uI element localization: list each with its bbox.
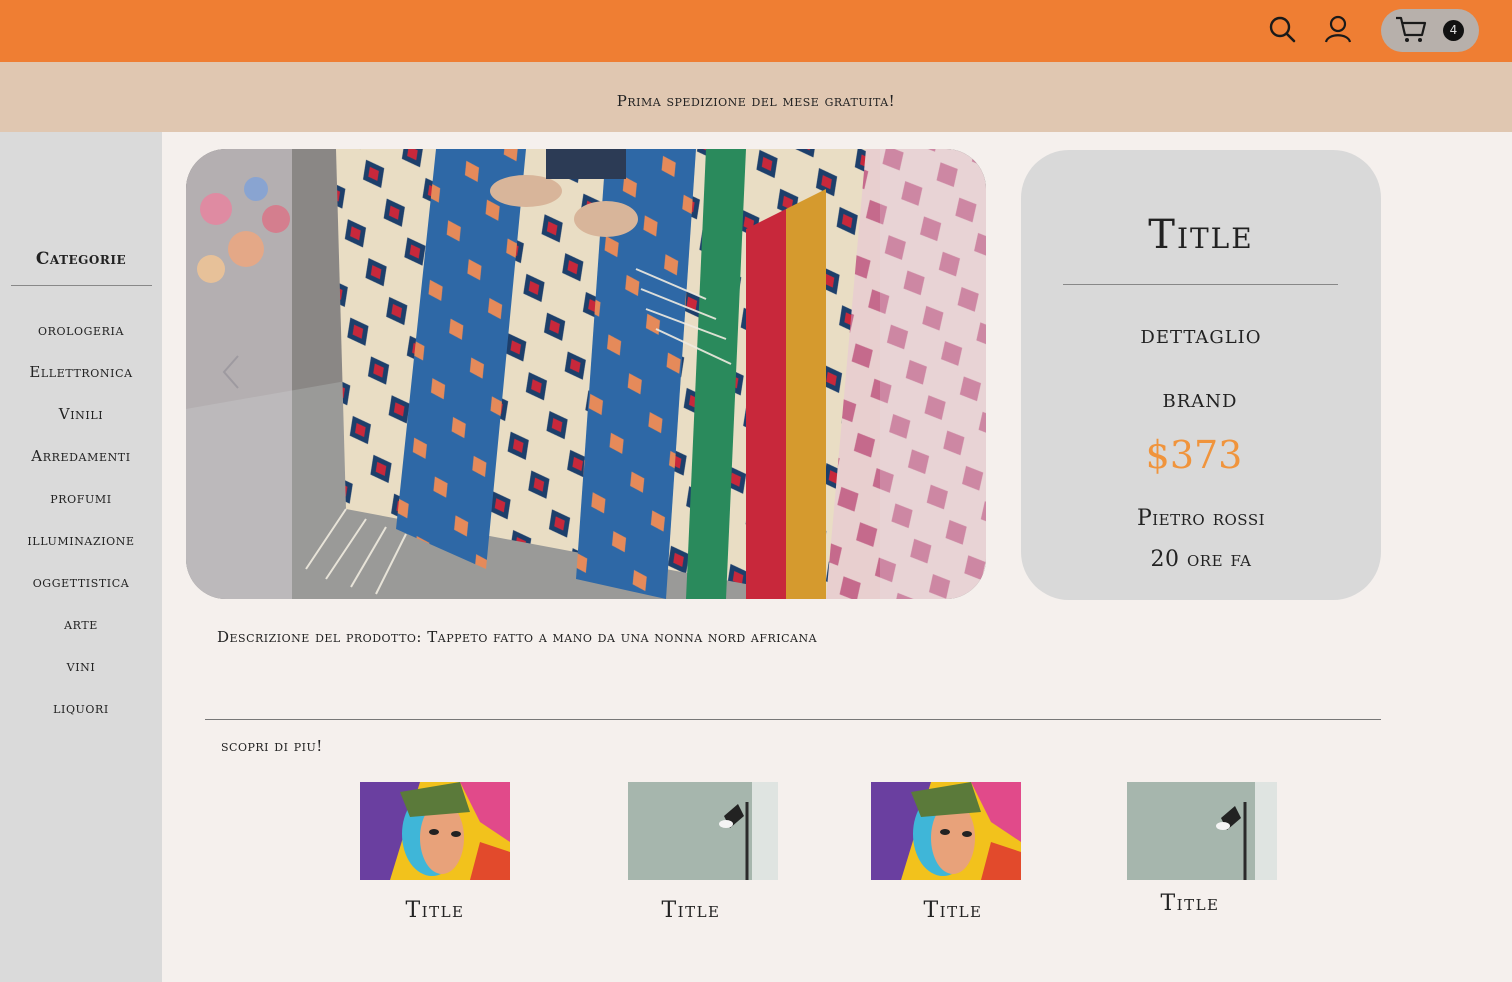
related-item-title[interactable]: Title	[878, 898, 1028, 923]
related-item-image[interactable]	[1127, 782, 1277, 880]
sidebar-item-illuminazione[interactable]: illuminazione	[0, 531, 162, 573]
sidebar-item-arte[interactable]: arte	[0, 615, 162, 657]
related-item-image[interactable]	[871, 782, 1021, 880]
product-image-carousel[interactable]	[186, 149, 986, 599]
user-icon[interactable]	[1322, 13, 1354, 45]
sidebar-item-vinili[interactable]: Vinili	[0, 405, 162, 447]
wall-lamp-image	[1127, 782, 1277, 880]
wall-lamp-image	[628, 782, 778, 880]
top-header: 4	[0, 0, 1512, 62]
product-detail: dettaglio	[1140, 320, 1262, 349]
product-description: Descrizione del prodotto: Tappeto fatto …	[217, 628, 818, 646]
carousel-next-area[interactable]	[880, 149, 986, 599]
sidebar-item-vini[interactable]: vini	[0, 657, 162, 699]
section-divider	[205, 719, 1381, 720]
related-item-title[interactable]: Title	[616, 898, 766, 923]
sidebar-item-orologeria[interactable]: orologeria	[0, 321, 162, 363]
category-sidebar: Categorie orologeria Ellettronica Vinili…	[0, 132, 162, 982]
related-item-image[interactable]	[628, 782, 778, 880]
product-image	[186, 149, 986, 599]
abstract-portrait-image	[360, 782, 510, 880]
related-item-title[interactable]: Title	[1115, 891, 1265, 916]
posted-time: 20 ore fa	[1150, 547, 1252, 572]
sidebar-item-oggettistica[interactable]: oggettistica	[0, 573, 162, 615]
product-brand: brand	[1162, 384, 1238, 413]
sidebar-item-arredamenti[interactable]: Arredamenti	[0, 447, 162, 489]
sidebar-item-elettronica[interactable]: Ellettronica	[0, 363, 162, 405]
sidebar-divider	[11, 285, 152, 286]
sidebar-item-profumi[interactable]: profumi	[0, 489, 162, 531]
search-icon[interactable]	[1266, 13, 1298, 45]
product-title: Title	[1148, 212, 1254, 258]
related-item-title[interactable]: Title	[360, 898, 510, 923]
sidebar-title: Categorie	[35, 249, 127, 269]
related-item-image[interactable]	[360, 782, 510, 880]
cart-count-badge: 4	[1443, 20, 1464, 41]
chevron-left-icon[interactable]	[220, 352, 242, 392]
cart-icon	[1396, 16, 1427, 42]
product-info-card: Title dettaglio brand $373 Pietro rossi …	[1021, 150, 1381, 600]
promo-banner: Prima spedizione del mese gratuita!	[0, 62, 1512, 132]
cart-button[interactable]: 4	[1381, 9, 1479, 52]
card-divider	[1063, 284, 1338, 285]
abstract-portrait-image	[871, 782, 1021, 880]
category-list: orologeria Ellettronica Vinili Arredamen…	[0, 321, 162, 741]
seller-name[interactable]: Pietro rossi	[1021, 506, 1381, 531]
related-heading: scopri di piu!	[221, 737, 323, 755]
sidebar-item-liquori[interactable]: liquori	[0, 699, 162, 741]
product-price: $373	[1145, 433, 1243, 477]
